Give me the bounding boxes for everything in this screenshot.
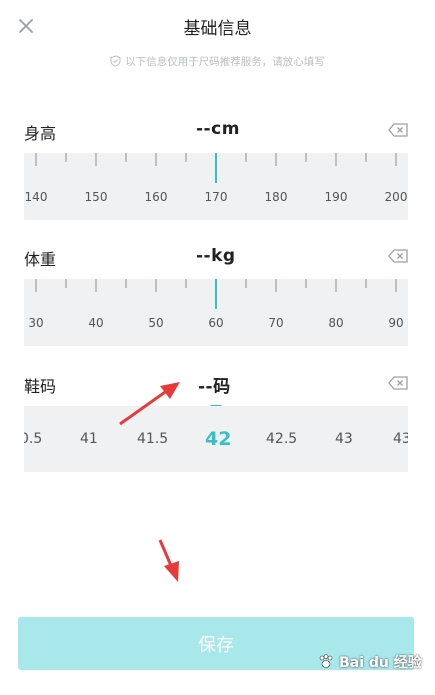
privacy-notice-text: 以下信息仅用于尺码推荐服务，请放心填写	[125, 56, 325, 68]
shoe-size-option[interactable]: 43	[335, 431, 353, 447]
height-value: --cm	[196, 119, 240, 139]
ruler-tick-label: 190	[325, 190, 348, 204]
ruler-tick-label: 200	[385, 190, 408, 204]
shoe-value: --码	[198, 377, 231, 397]
ruler-tick-label: 90	[388, 316, 403, 330]
ruler-tick-label: 150	[85, 190, 108, 204]
shoe-label: 鞋码	[24, 377, 57, 396]
shoe-size-option[interactable]: 41.5	[137, 431, 168, 447]
ruler-tick-label: 170	[205, 190, 228, 204]
privacy-notice: 以下信息仅用于尺码推荐服务，请放心填写	[0, 54, 435, 69]
ruler-tick-label: 70	[268, 316, 283, 330]
clear-shoe-icon[interactable]	[388, 376, 408, 390]
clear-weight-icon[interactable]	[388, 249, 408, 263]
arrow-icon	[158, 539, 179, 582]
ruler-tick-label: 80	[328, 316, 343, 330]
ruler-tick-label: 40	[88, 316, 103, 330]
ruler-tick-label: 160	[145, 190, 168, 204]
weight-ruler-ticks: 30 40 50 60 70 80 90	[28, 279, 404, 330]
shoe-size-option[interactable]: 0.5	[24, 431, 42, 447]
watermark-text: Bai du 经验	[339, 655, 422, 671]
weight-label: 体重	[24, 250, 57, 269]
clear-height-icon[interactable]	[388, 123, 408, 137]
weight-ruler[interactable]: 30 40 50 60 70 80 90	[24, 279, 408, 346]
annotation-arrows	[119, 382, 180, 582]
shoe-size-option[interactable]: 42.5	[266, 431, 297, 447]
shoe-size-option[interactable]: 41	[80, 431, 98, 447]
shoe-size-picker[interactable]: 0.5 41 41.5 42 42.5 43 43	[24, 406, 408, 472]
page-title: 基础信息	[183, 19, 252, 39]
paw-logo-icon	[319, 654, 333, 668]
height-ruler[interactable]: 140 150 160 170 180 190 200	[24, 153, 408, 220]
shoe-size-option-selected[interactable]: 42	[205, 428, 231, 450]
watermark: Bai du 经验	[318, 652, 422, 672]
shield-icon	[110, 55, 121, 67]
shoe-size-option[interactable]: 43	[393, 431, 408, 447]
ruler-tick-label: 140	[25, 190, 48, 204]
ruler-tick-label: 50	[148, 316, 163, 330]
ruler-tick-label: 180	[265, 190, 288, 204]
ruler-tick-label: 60	[208, 316, 223, 330]
height-ruler-ticks: 140 150 160 170 180 190 200	[25, 153, 408, 204]
height-label: 身高	[24, 124, 57, 143]
weight-value: --kg	[196, 246, 236, 266]
ruler-tick-label: 30	[28, 316, 43, 330]
